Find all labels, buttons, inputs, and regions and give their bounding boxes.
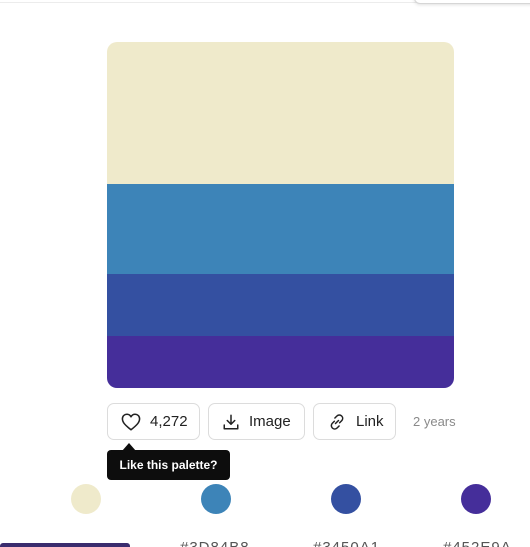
- palette-card[interactable]: [107, 42, 454, 388]
- image-button[interactable]: Image: [208, 403, 305, 440]
- image-button-label: Image: [249, 413, 291, 430]
- like-tooltip: Like this palette?: [107, 450, 230, 480]
- download-icon: [223, 414, 239, 429]
- link-button-label: Link: [356, 413, 384, 430]
- color-dot-2[interactable]: [201, 484, 231, 514]
- palette-swatch-4[interactable]: [107, 336, 454, 388]
- like-button[interactable]: 4,272: [107, 403, 200, 440]
- palette-page: 4,272 Image Link 2 years Like this palet…: [0, 0, 530, 547]
- hex-label-3[interactable]: #3450A1: [313, 539, 380, 547]
- color-dot-1[interactable]: [71, 484, 101, 514]
- palette-swatch-2[interactable]: [107, 184, 454, 274]
- hex-label-4[interactable]: #452E9A: [443, 539, 512, 547]
- hex-label-2[interactable]: #3D84B8: [180, 539, 250, 547]
- link-button[interactable]: Link: [313, 403, 396, 440]
- heart-icon: [121, 412, 141, 431]
- like-count: 4,272: [150, 413, 188, 430]
- bottom-bar: [0, 543, 130, 547]
- palette-swatch-3[interactable]: [107, 274, 454, 336]
- tooltip-text: Like this palette?: [119, 458, 218, 472]
- color-dot-3[interactable]: [331, 484, 361, 514]
- color-dot-4[interactable]: [461, 484, 491, 514]
- palette-age: 2 years: [413, 414, 456, 429]
- link-icon: [330, 413, 344, 430]
- header-search-box[interactable]: [414, 0, 530, 4]
- palette-swatch-1[interactable]: [107, 42, 454, 184]
